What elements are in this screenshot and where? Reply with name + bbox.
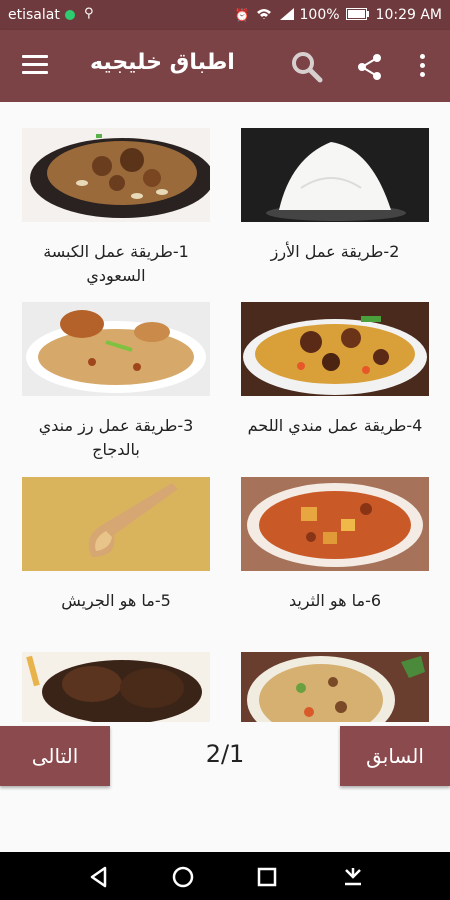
carrier-name: etisalat: [8, 7, 60, 23]
battery-percent: 100%: [299, 7, 340, 23]
next-button[interactable]: التالى: [0, 726, 110, 786]
rice-plate-image: [241, 652, 429, 722]
recipe-card[interactable]: 2-طريقة عمل الأرز: [241, 128, 429, 264]
menu-icon[interactable]: [22, 55, 48, 75]
recipe-card[interactable]: 4-طريقة عمل مندي اللحم: [241, 302, 429, 438]
share-icon[interactable]: [355, 52, 385, 82]
wifi-icon: [256, 8, 272, 23]
search-icon[interactable]: [290, 50, 324, 84]
recipe-card[interactable]: 3-طريقة عمل رز مندي بالدجاج: [22, 302, 210, 462]
home-icon[interactable]: [170, 864, 196, 890]
recents-icon[interactable]: [254, 864, 280, 890]
signal-icon: [278, 7, 294, 23]
battery-icon: [345, 7, 370, 23]
notification-pull-icon[interactable]: [340, 864, 366, 890]
recipe-title: 2-طريقة عمل الأرز: [270, 242, 400, 261]
jareesh-image: [22, 477, 210, 571]
thareed-image: [241, 477, 429, 571]
recipe-title: 4-طريقة عمل مندي اللحم: [247, 416, 423, 435]
page-title: اطباق خليجيه: [90, 50, 235, 75]
recipe-card[interactable]: [241, 652, 429, 722]
recipe-card[interactable]: 5-ما هو الجريش: [22, 477, 210, 613]
recipe-title: 5-ما هو الجريش: [61, 591, 171, 610]
kabsa-image: [22, 128, 210, 222]
usb-icon: ⚲: [84, 6, 94, 21]
recipe-title: 6-ما هو الثريد: [288, 591, 382, 610]
recipe-title: 1-طريقة عمل الكبسة السعودي: [43, 242, 189, 285]
recipe-card[interactable]: [22, 652, 210, 722]
back-icon[interactable]: [86, 864, 112, 890]
clock: 10:29 AM: [375, 7, 442, 23]
recipe-card[interactable]: 6-ما هو الثريد: [241, 477, 429, 613]
app-bar: اطباق خليجيه: [0, 30, 450, 102]
recipe-card[interactable]: 1-طريقة عمل الكبسة السعودي: [22, 128, 210, 288]
notification-dot-icon: [65, 10, 75, 20]
recipe-title: 3-طريقة عمل رز مندي بالدجاج: [38, 416, 194, 459]
android-nav-bar: [0, 852, 450, 900]
recipe-grid: 1-طريقة عمل الكبسة السعودي 2-طريقة عمل ا…: [0, 102, 450, 722]
page-indicator: 2/1: [205, 740, 245, 768]
previous-button[interactable]: السابق: [340, 726, 450, 786]
white-rice-image: [241, 128, 429, 222]
pagination-bar: التالى 2/1 السابق: [0, 722, 450, 852]
mandi-meat-image: [241, 302, 429, 396]
more-options-icon[interactable]: [416, 54, 428, 80]
alarm-icon: ⏰: [234, 8, 250, 22]
status-bar: etisalat ⚲ ⏰ 100% 10:29 AM: [0, 0, 450, 30]
mandi-chicken-image: [22, 302, 210, 396]
grilled-meat-image: [22, 652, 210, 722]
